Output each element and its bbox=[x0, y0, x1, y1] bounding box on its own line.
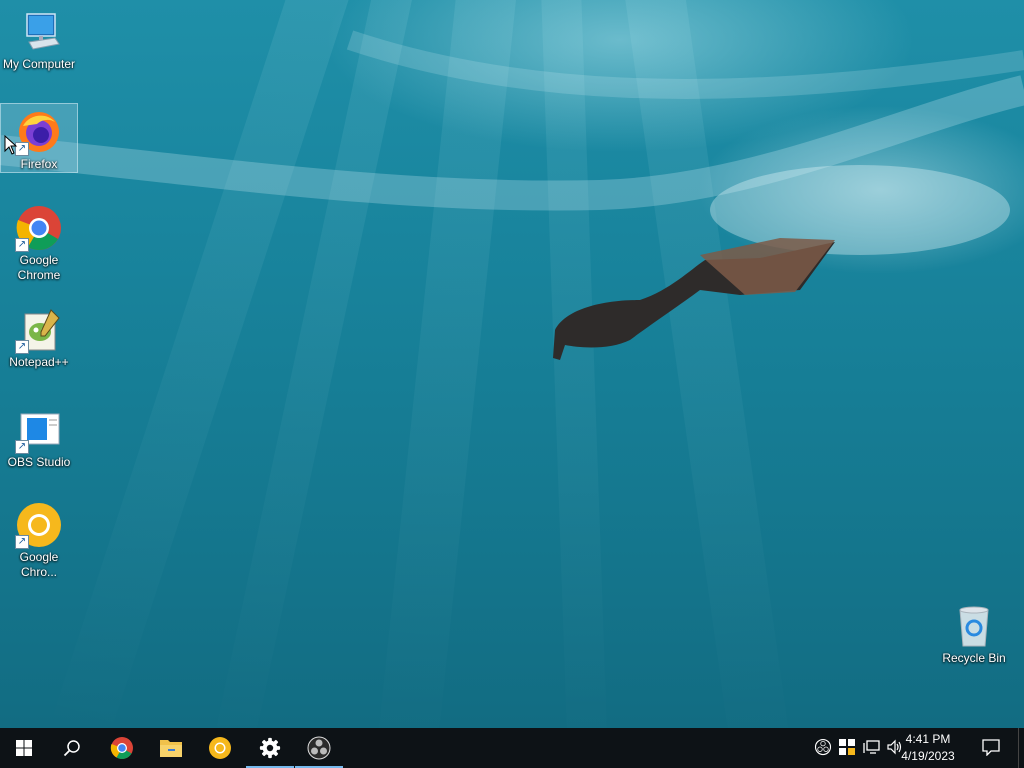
computer-icon bbox=[15, 8, 63, 56]
desktop-icon-label: Google Chro... bbox=[19, 550, 59, 579]
desktop-icon-obs-studio[interactable]: ↗ OBS Studio bbox=[1, 402, 77, 470]
desktop-icon-label: Google Chrome bbox=[17, 253, 61, 282]
action-center-button[interactable] bbox=[981, 738, 1001, 758]
shortcut-arrow-icon: ↗ bbox=[15, 535, 29, 549]
chrome-icon: ↗ bbox=[15, 204, 63, 252]
chrome-canary-icon: ↗ bbox=[15, 501, 63, 549]
clock-date: 4/19/2023 bbox=[901, 749, 955, 763]
taskbar-chrome-canary-button[interactable] bbox=[196, 728, 244, 768]
notification-icon bbox=[982, 739, 1000, 757]
desktop-icon-label: Recycle Bin bbox=[942, 651, 1006, 665]
desktop-icon-label: Notepad++ bbox=[9, 355, 69, 369]
mouse-cursor-icon bbox=[4, 135, 18, 155]
desktop-icon-recycle-bin[interactable]: Recycle Bin bbox=[936, 598, 1012, 666]
diver-image bbox=[0, 30, 1024, 360]
desktop-icon-label: Firefox bbox=[20, 157, 58, 171]
recycle-bin-icon bbox=[950, 602, 998, 650]
file-explorer-icon bbox=[160, 740, 182, 757]
taskbar: 4:41 PM 4/19/2023 bbox=[0, 728, 1024, 768]
tray-windows-security-icon[interactable] bbox=[837, 738, 857, 758]
taskbar-obs-studio-button[interactable] bbox=[295, 728, 343, 768]
search-icon bbox=[63, 740, 80, 757]
desktop-wallpaper bbox=[0, 0, 1024, 728]
shortcut-arrow-icon: ↗ bbox=[15, 340, 29, 354]
taskbar-settings-button[interactable] bbox=[246, 728, 294, 768]
shortcut-arrow-icon: ↗ bbox=[15, 440, 29, 454]
firefox-icon: ↗ bbox=[15, 108, 63, 156]
chrome-canary-icon bbox=[209, 737, 231, 759]
clock-time: 4:41 PM bbox=[905, 732, 951, 746]
settings-gear-icon bbox=[259, 737, 281, 759]
search-button[interactable] bbox=[48, 728, 96, 768]
desktop-icon-notepad-plus-plus[interactable]: ↗ Notepad++ bbox=[1, 302, 77, 370]
shortcut-arrow-icon: ↗ bbox=[15, 238, 29, 252]
desktop-icon-label: OBS Studio bbox=[7, 455, 71, 469]
show-desktop-button[interactable] bbox=[1018, 728, 1024, 768]
desktop-icon-my-computer[interactable]: My Computer bbox=[1, 4, 77, 72]
start-button[interactable] bbox=[0, 728, 48, 768]
chrome-icon bbox=[110, 737, 133, 759]
obs-studio-icon bbox=[307, 736, 331, 760]
notepad-plus-plus-icon: ↗ bbox=[15, 306, 63, 354]
desktop-icon-google-chrome-canary[interactable]: ↗ Google Chro... bbox=[1, 497, 77, 580]
windows-start-icon bbox=[16, 740, 32, 756]
taskbar-chrome-button[interactable] bbox=[98, 728, 146, 768]
tray-clock[interactable]: 4:41 PM 4/19/2023 bbox=[892, 731, 964, 765]
desktop-icon-label: My Computer bbox=[2, 57, 76, 71]
obs-studio-icon: ↗ bbox=[15, 406, 63, 454]
desktop-icon-google-chrome[interactable]: ↗ Google Chrome bbox=[1, 200, 77, 283]
tray-network-icon[interactable] bbox=[861, 738, 881, 758]
tray-obs-icon[interactable] bbox=[813, 738, 833, 758]
taskbar-file-explorer-button[interactable] bbox=[147, 728, 195, 768]
